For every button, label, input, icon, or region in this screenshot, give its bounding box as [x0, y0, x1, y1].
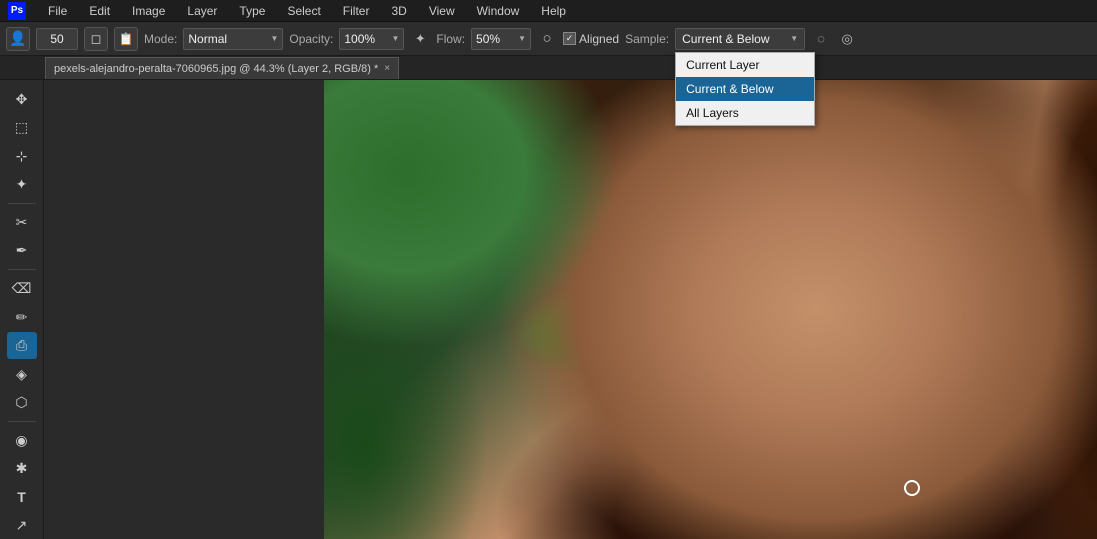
mode-label: Mode: — [144, 32, 177, 46]
tool-divider-3 — [8, 421, 36, 422]
spot-heal-button[interactable]: ⌫ — [7, 275, 37, 302]
mode-select[interactable]: Normal ▼ — [183, 28, 283, 50]
canvas-left-dark — [44, 80, 324, 539]
tab-filename: pexels-alejandro-peralta-7060965.jpg @ 4… — [54, 63, 378, 75]
tab-bar: pexels-alejandro-peralta-7060965.jpg @ 4… — [0, 56, 1097, 80]
eraser-button[interactable]: ◈ — [7, 361, 37, 388]
menu-type[interactable]: Type — [235, 2, 269, 20]
tools-panel: ✥ ⬚ ⊹ ✦ ✂ ✒ ⌫ ✏ ⎙ ◈ ⬡ ◉ ✱ T ↗ — [0, 80, 44, 539]
brush-button[interactable]: ✏ — [7, 304, 37, 331]
crop-tool-button[interactable]: ✂ — [7, 209, 37, 236]
menu-view[interactable]: View — [425, 2, 459, 20]
tool-divider-1 — [8, 203, 36, 204]
document-tab[interactable]: pexels-alejandro-peralta-7060965.jpg @ 4… — [45, 57, 399, 79]
menu-select[interactable]: Select — [283, 2, 324, 20]
main-area: ✥ ⬚ ⊹ ✦ ✂ ✒ ⌫ ✏ ⎙ ◈ ⬡ ◉ ✱ T ↗ — [0, 80, 1097, 539]
flow-select[interactable]: 50% ▼ — [471, 28, 531, 50]
menu-bar: Ps File Edit Image Layer Type Select Fil… — [0, 0, 1097, 22]
pen-button[interactable]: ✱ — [7, 455, 37, 482]
path-select-button[interactable]: ↗ — [7, 513, 37, 539]
ps-logo: Ps — [8, 2, 26, 20]
opacity-select[interactable]: 100% ▼ — [339, 28, 404, 50]
brush-size-field[interactable]: 50 — [36, 28, 78, 50]
tool-divider-2 — [8, 269, 36, 270]
move-tool-button[interactable]: ✥ — [7, 86, 37, 113]
opacity-label: Opacity: — [289, 32, 333, 46]
sample-select[interactable]: Current & Below ▼ — [675, 28, 805, 50]
magic-wand-button[interactable]: ✦ — [7, 172, 37, 199]
aligned-checkbox[interactable]: ✓ Aligned — [563, 32, 619, 46]
clone-stamp-button[interactable]: ⎙ — [7, 332, 37, 359]
canvas-area — [44, 80, 1097, 539]
dodge-button[interactable]: ◉ — [7, 427, 37, 454]
sample-select-value: Current & Below — [682, 32, 769, 46]
lasso-tool-button[interactable]: ⊹ — [7, 143, 37, 170]
gradient-button[interactable]: ⬡ — [7, 389, 37, 416]
clone-overlay-button[interactable]: 📋 — [114, 27, 138, 51]
menu-image[interactable]: Image — [128, 2, 169, 20]
sample-dropdown-arrow: ▼ — [790, 34, 798, 43]
sample-option-all-layers[interactable]: All Layers — [676, 101, 814, 125]
flow-label: Flow: — [436, 32, 465, 46]
brush-preset-button[interactable]: ◻ — [84, 27, 108, 51]
airbrush-icon[interactable]: ○ — [537, 29, 557, 49]
type-button[interactable]: T — [7, 484, 37, 511]
sample-option-current-layer[interactable]: Current Layer — [676, 53, 814, 77]
document-image — [324, 80, 1097, 539]
aligned-label: Aligned — [579, 32, 619, 46]
sample-option-current-below[interactable]: Current & Below — [676, 77, 814, 101]
menu-help[interactable]: Help — [537, 2, 570, 20]
menu-file[interactable]: File — [44, 2, 71, 20]
menu-window[interactable]: Window — [473, 2, 524, 20]
sample-label: Sample: — [625, 32, 669, 46]
menu-filter[interactable]: Filter — [339, 2, 374, 20]
eyedropper-button[interactable]: ✒ — [7, 238, 37, 265]
menu-layer[interactable]: Layer — [183, 2, 221, 20]
sample-dropdown-wrapper: Current & Below ▼ Current Layer Current … — [675, 28, 805, 50]
menu-edit[interactable]: Edit — [85, 2, 114, 20]
ignore-adj-icon[interactable]: ◌ — [811, 29, 831, 49]
photo-simulation — [324, 80, 1097, 539]
sample-dropdown-menu: Current Layer Current & Below All Layers — [675, 52, 815, 126]
opacity-pressure-icon[interactable]: ✦ — [410, 29, 430, 49]
marquee-tool-button[interactable]: ⬚ — [7, 115, 37, 142]
extra-settings-icon[interactable]: ◎ — [837, 29, 857, 49]
tool-preset-picker[interactable]: 👤 — [6, 27, 30, 51]
aligned-checkbox-box[interactable]: ✓ — [563, 32, 576, 45]
menu-3d[interactable]: 3D — [387, 2, 410, 20]
tab-close-button[interactable]: × — [384, 63, 390, 74]
options-bar: 👤 50 ◻ 📋 Mode: Normal ▼ Opacity: 100% ▼ … — [0, 22, 1097, 56]
